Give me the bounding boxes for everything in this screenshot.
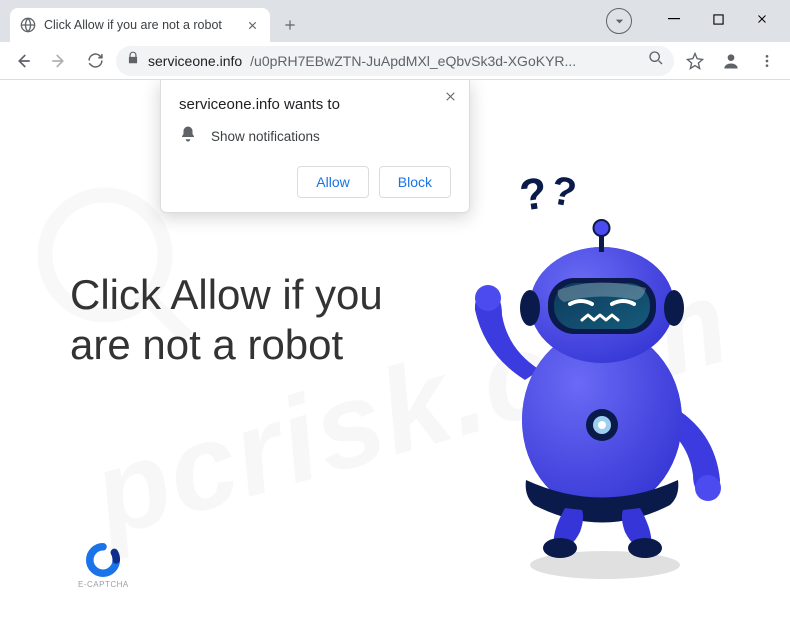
page-content: pcrisk.com serviceone.info wants to Show…	[0, 80, 790, 619]
globe-icon	[20, 17, 36, 33]
media-control-button[interactable]	[606, 8, 632, 34]
bell-icon	[179, 125, 197, 148]
permission-origin-label: serviceone.info wants to	[179, 96, 451, 113]
page-headline: Click Allow if you are not a robot	[70, 270, 410, 369]
e-captcha-c-icon	[86, 543, 120, 577]
url-path: /u0pRH7EBwZTN-JuApdMXl_eQbvSk3d-XGoKYR..…	[250, 53, 640, 69]
close-tab-button[interactable]	[244, 17, 260, 33]
back-button[interactable]	[8, 46, 38, 76]
lock-icon	[126, 51, 140, 70]
browser-tab[interactable]: Click Allow if you are not a robot	[10, 8, 270, 42]
e-captcha-logo: E-CAPTCHA	[78, 543, 129, 589]
menu-button[interactable]	[752, 46, 782, 76]
bookmark-button[interactable]	[680, 46, 710, 76]
close-window-button[interactable]	[740, 4, 784, 34]
window-titlebar: Click Allow if you are not a robot	[0, 0, 790, 42]
new-tab-button[interactable]	[276, 11, 304, 39]
forward-button[interactable]	[44, 46, 74, 76]
maximize-button[interactable]	[696, 4, 740, 34]
block-button[interactable]: Block	[379, 166, 451, 198]
robot-illustration: ? ?	[430, 170, 750, 590]
dialog-close-button[interactable]	[444, 90, 457, 108]
question-marks: ? ?	[520, 170, 575, 220]
reload-button[interactable]	[80, 46, 110, 76]
url-host: serviceone.info	[148, 53, 242, 69]
notification-permission-dialog: serviceone.info wants to Show notificati…	[160, 80, 470, 213]
browser-toolbar: serviceone.info/u0pRH7EBwZTN-JuApdMXl_eQ…	[0, 42, 790, 80]
zoom-icon[interactable]	[648, 50, 664, 71]
tab-title: Click Allow if you are not a robot	[44, 18, 236, 32]
e-captcha-label: E-CAPTCHA	[78, 580, 129, 589]
profile-button[interactable]	[716, 46, 746, 76]
allow-button[interactable]: Allow	[297, 166, 368, 198]
minimize-button[interactable]	[652, 4, 696, 34]
permission-capability-label: Show notifications	[211, 129, 320, 144]
address-bar[interactable]: serviceone.info/u0pRH7EBwZTN-JuApdMXl_eQ…	[116, 46, 674, 76]
window-controls	[652, 4, 784, 34]
